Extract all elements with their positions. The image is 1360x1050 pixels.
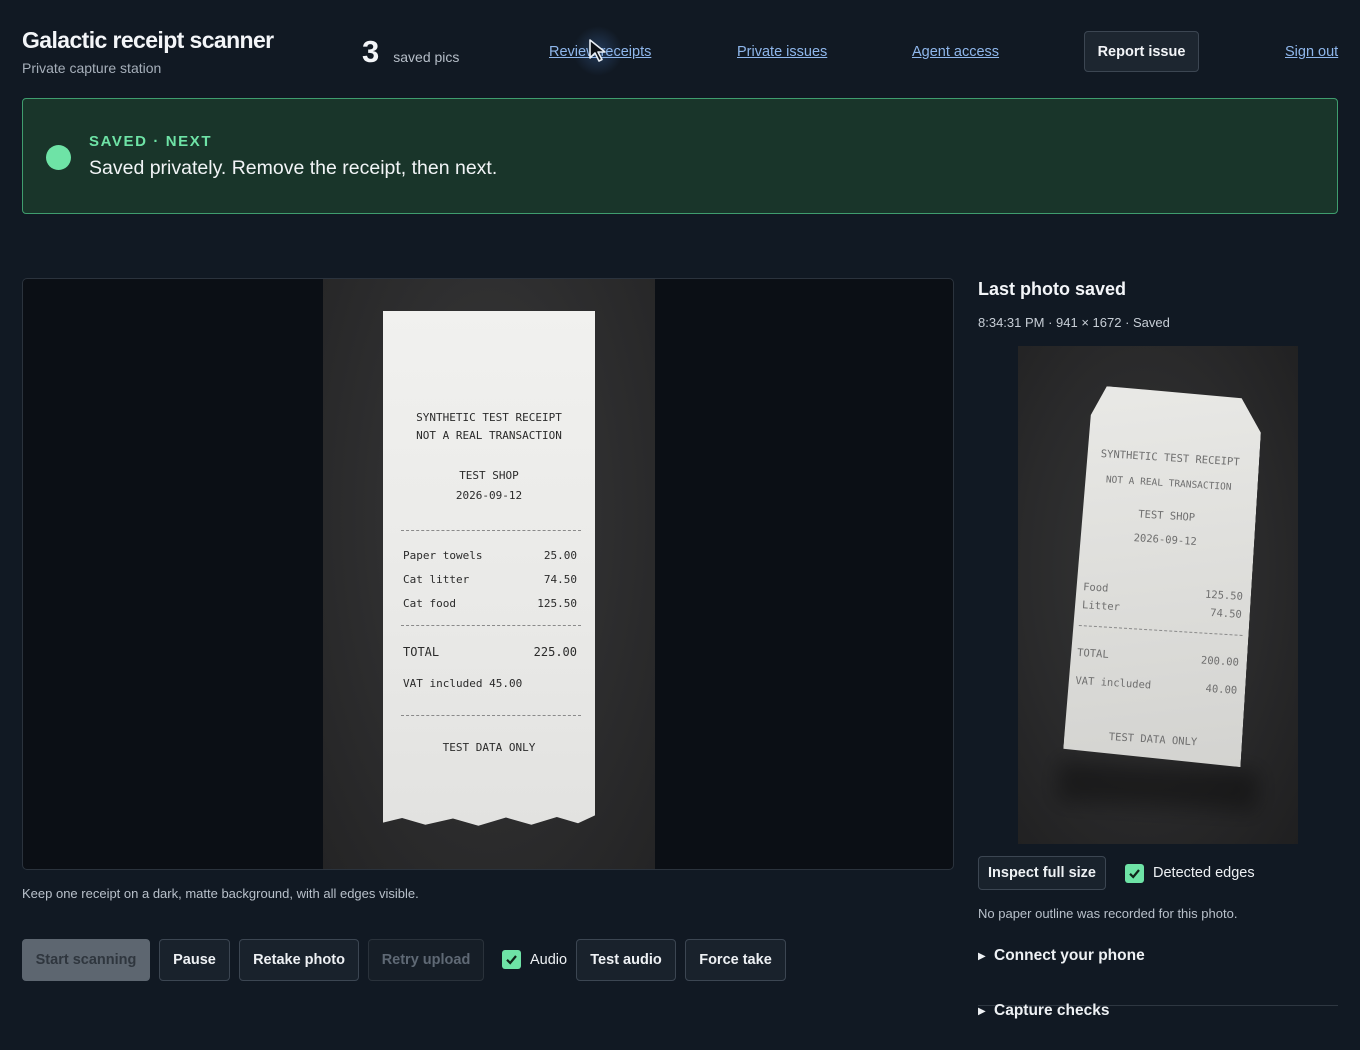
item-name: Litter — [1081, 599, 1121, 614]
receipt-divider — [1079, 625, 1243, 636]
receipt-date: 2026-09-12 — [455, 489, 523, 502]
item-name: Food — [1082, 581, 1109, 595]
audio-label: Audio — [530, 952, 568, 968]
test-audio-button[interactable]: Test audio — [576, 939, 676, 981]
item-price: 25.00 — [543, 549, 577, 562]
audio-checkbox[interactable] — [502, 950, 521, 969]
item-price: 74.50 — [543, 573, 577, 586]
section-label: Connect your phone — [994, 947, 1145, 964]
receipt-vat: VAT included 40.00 — [1075, 675, 1237, 697]
item-price: 74.50 — [1209, 606, 1243, 621]
receipt-total: TOTAL 225.00 — [403, 645, 577, 659]
receipt-item: Litter 74.50 — [1082, 599, 1242, 621]
receipt-item: Paper towels 25.00 — [403, 549, 577, 562]
checkmark-icon — [506, 955, 517, 965]
nav-agent-access[interactable]: Agent access — [912, 44, 999, 60]
receipt-divider — [401, 715, 581, 716]
pause-button[interactable]: Pause — [159, 939, 230, 981]
sign-out-link[interactable]: Sign out — [1285, 44, 1338, 60]
receipt-shop: TEST SHOP — [459, 469, 519, 482]
nav-private-issues[interactable]: Private issues — [737, 44, 827, 60]
retake-photo-button[interactable]: Retake photo — [239, 939, 359, 981]
vat-text: VAT included 45.00 — [403, 677, 523, 690]
item-name: Paper towels — [403, 549, 483, 562]
saved-count-label: saved pics — [393, 49, 460, 65]
capture-hint: Keep one receipt on a dark, matte backgr… — [22, 886, 419, 901]
receipt-divider — [401, 625, 581, 626]
start-scanning-button[interactable]: Start scanning — [22, 939, 150, 981]
last-photo-meta: 8:34:31 PM · 941 × 1672 · Saved — [978, 315, 1170, 330]
saved-count: 3 — [362, 34, 380, 69]
vat-value: 40.00 — [1205, 682, 1238, 697]
brand: Galactic receipt scanner Private capture… — [22, 27, 274, 76]
receipt-footer: TEST DATA ONLY — [1108, 731, 1198, 749]
receipt-item: Cat litter 74.50 — [403, 573, 577, 586]
total-value: 200.00 — [1200, 654, 1240, 669]
vat-label: VAT included — [1075, 674, 1152, 692]
receipt-line: NOT A REAL TRANSACTION — [1105, 474, 1232, 494]
force-take-button[interactable]: Force take — [685, 939, 786, 981]
receipt-shop: TEST SHOP — [1137, 508, 1196, 524]
total-label: TOTAL — [1076, 646, 1110, 661]
receipt-divider — [401, 530, 581, 531]
receipt-line: SYNTHETIC TEST RECEIPT — [416, 411, 562, 424]
mouse-cursor-icon — [589, 39, 606, 62]
status-message: Saved privately. Remove the receipt, the… — [89, 157, 498, 179]
receipt-line: SYNTHETIC TEST RECEIPT — [1100, 447, 1240, 469]
triangle-right-icon: ▶ — [978, 951, 986, 962]
report-issue-button[interactable]: Report issue — [1084, 31, 1199, 72]
outline-note: No paper outline was recorded for this p… — [978, 906, 1238, 921]
thumbnail-shadow — [1057, 760, 1259, 812]
receipt-vat: VAT included 45.00 — [403, 677, 577, 690]
total-label: TOTAL — [403, 645, 440, 659]
saved-counter: 3 saved pics — [362, 34, 459, 70]
item-name: Cat litter — [403, 573, 470, 586]
status-kicker: SAVED · NEXT — [89, 133, 213, 150]
connect-phone-section[interactable]: ▶ Connect your phone — [978, 947, 1338, 1006]
status-dot-icon — [46, 145, 71, 170]
camera-preview: SYNTHETIC TEST RECEIPT NOT A REAL TRANSA… — [22, 278, 954, 870]
receipt-line: NOT A REAL TRANSACTION — [416, 429, 562, 442]
checkmark-icon — [1129, 869, 1140, 879]
item-name: Cat food — [403, 597, 456, 610]
receipt-date: 2026-09-12 — [1133, 532, 1198, 548]
total-value: 225.00 — [533, 645, 577, 659]
receipt-total: TOTAL 200.00 — [1077, 647, 1239, 669]
last-photo-thumbnail[interactable]: SYNTHETIC TEST RECEIPT NOT A REAL TRANSA… — [1018, 346, 1298, 844]
section-label: Capture checks — [994, 1002, 1110, 1019]
receipt-image: SYNTHETIC TEST RECEIPT NOT A REAL TRANSA… — [383, 311, 595, 826]
capture-checks-section[interactable]: ▶ Capture checks — [978, 1002, 1338, 1050]
status-banner: SAVED · NEXT Saved privately. Remove the… — [22, 98, 1338, 214]
last-photo-title: Last photo saved — [978, 279, 1127, 299]
receipt-footer: TEST DATA ONLY — [442, 741, 536, 754]
receipt-thumb-image: SYNTHETIC TEST RECEIPT NOT A REAL TRANSA… — [1063, 385, 1263, 767]
detected-edges-label: Detected edges — [1153, 865, 1255, 881]
app-subtitle: Private capture station — [22, 60, 162, 76]
inspect-full-size-button[interactable]: Inspect full size — [978, 856, 1106, 890]
detected-edges-checkbox[interactable] — [1125, 864, 1144, 883]
camera-frame: SYNTHETIC TEST RECEIPT NOT A REAL TRANSA… — [323, 279, 655, 869]
app-title: Galactic receipt scanner — [22, 27, 274, 53]
receipt-item: Cat food 125.50 — [403, 597, 577, 610]
retry-upload-button[interactable]: Retry upload — [368, 939, 484, 981]
triangle-right-icon: ▶ — [978, 1006, 986, 1017]
item-price: 125.50 — [1204, 588, 1244, 603]
item-price: 125.50 — [537, 597, 577, 610]
